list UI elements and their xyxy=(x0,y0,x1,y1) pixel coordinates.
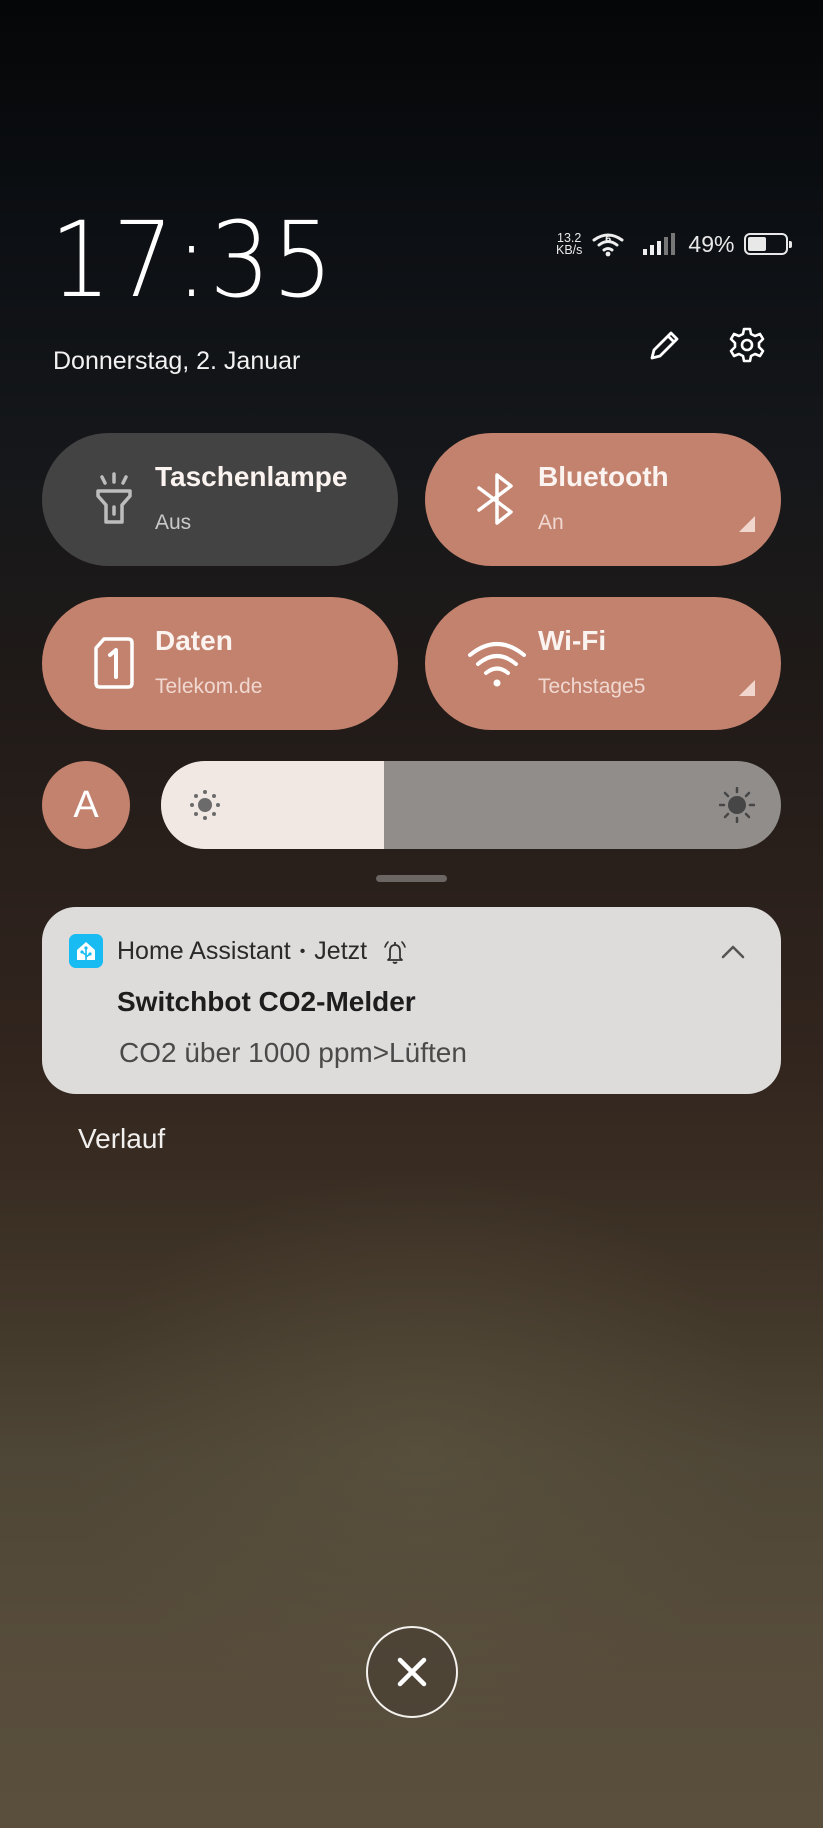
auto-brightness-label: A xyxy=(73,783,99,826)
tile-status: Aus xyxy=(155,511,192,534)
brightness-high-icon xyxy=(719,787,755,823)
close-icon xyxy=(397,1657,427,1687)
notification-time: Jetzt xyxy=(314,937,368,965)
tile-label: Wi-Fi xyxy=(538,625,607,656)
tile-label: Taschenlampe xyxy=(155,461,348,492)
gear-icon[interactable] xyxy=(727,325,767,365)
bluetooth-icon xyxy=(477,473,513,525)
expand-corner-icon[interactable] xyxy=(739,516,755,532)
alerting-bell-icon xyxy=(384,940,406,964)
notification-card[interactable]: Home Assistant • Jetzt Switchbot CO2-Mel… xyxy=(42,907,781,1094)
tile-mobile-data[interactable]: Daten Telekom.de xyxy=(42,597,398,730)
chevron-up-icon[interactable] xyxy=(720,942,746,962)
tile-bluetooth[interactable]: Bluetooth An xyxy=(425,433,781,566)
sim-1-icon xyxy=(94,637,134,689)
drag-handle[interactable] xyxy=(376,875,447,882)
tile-flashlight[interactable]: Taschenlampe Aus xyxy=(42,433,398,566)
network-speed-unit: KB/s xyxy=(556,243,583,257)
tile-status: An xyxy=(538,511,564,534)
home-assistant-app-icon xyxy=(69,934,103,968)
pencil-icon[interactable] xyxy=(644,325,684,365)
battery-level-fill xyxy=(748,237,767,251)
svg-text:6: 6 xyxy=(605,235,611,245)
brightness-slider[interactable] xyxy=(161,761,781,849)
clock-time: 17:35 xyxy=(50,199,335,321)
cell-signal-icon xyxy=(643,233,676,255)
wifi-6-icon: 6 xyxy=(592,233,624,257)
notification-body: CO2 über 1000 ppm>Lüften xyxy=(119,1037,467,1068)
tile-status: Telekom.de xyxy=(155,675,263,698)
tile-wifi[interactable]: Wi-Fi Techstage5 xyxy=(425,597,781,730)
network-speed: 13.2 KB/s xyxy=(556,232,583,257)
notification-separator: • xyxy=(299,942,306,960)
expand-corner-icon[interactable] xyxy=(739,680,755,696)
tile-label: Bluetooth xyxy=(538,461,669,492)
wifi-icon xyxy=(468,642,526,687)
tile-status: Techstage5 xyxy=(538,675,646,698)
status-bar: 13.2 KB/s 6 49% xyxy=(556,228,793,260)
notification-title: Switchbot CO2-Melder xyxy=(117,986,416,1017)
flashlight-icon xyxy=(96,472,132,524)
brightness-low-icon xyxy=(190,790,220,820)
history-link[interactable]: Verlauf xyxy=(78,1123,165,1155)
battery-icon xyxy=(744,233,793,255)
clock-date: Donnerstag, 2. Januar xyxy=(53,347,301,375)
clear-all-button[interactable] xyxy=(366,1626,458,1718)
notification-header: Home Assistant • Jetzt xyxy=(117,937,408,966)
tile-label: Daten xyxy=(155,625,233,656)
notification-app-name: Home Assistant xyxy=(117,937,291,965)
auto-brightness-button[interactable]: A xyxy=(42,761,130,849)
battery-percent: 49% xyxy=(688,230,735,257)
